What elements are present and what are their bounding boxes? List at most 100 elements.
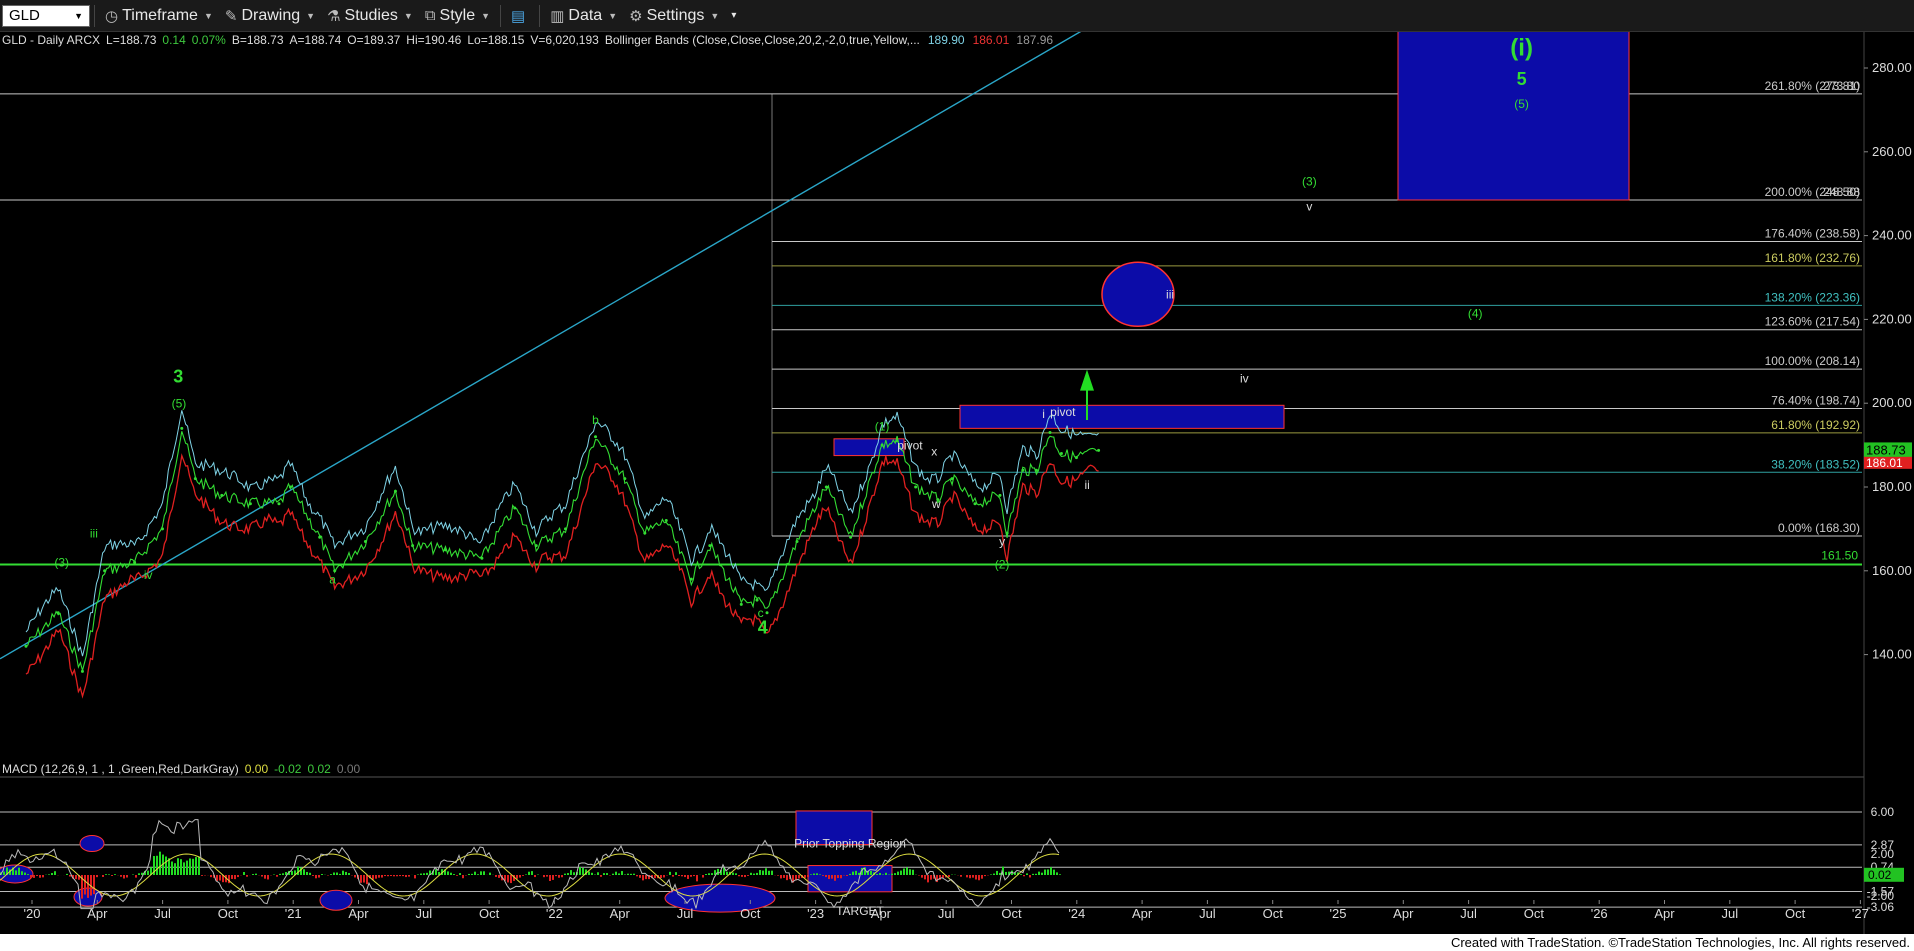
price-point	[133, 560, 137, 564]
macd-histogram-bar	[381, 875, 383, 878]
macd-histogram-bar	[573, 872, 575, 875]
macd-histogram-bar	[828, 875, 830, 880]
macd-histogram-bar	[660, 875, 662, 878]
price-point	[998, 493, 1002, 497]
macd-histogram-bar	[708, 873, 710, 875]
time-tick-label: Oct	[1263, 906, 1284, 921]
macd-histogram-bar	[1032, 873, 1034, 875]
wave-label: (3)	[1302, 174, 1317, 188]
wave-label: a	[329, 572, 336, 586]
style-button[interactable]: ⧉ Style ▼	[419, 0, 496, 31]
macd-histogram-bar	[546, 875, 548, 877]
macd-histogram-bar	[309, 872, 311, 875]
macd-histogram-bar	[1029, 875, 1031, 878]
data-button[interactable]: ▥ Data ▼	[544, 0, 623, 31]
price-point	[973, 502, 977, 506]
support-label: 161.50	[1821, 549, 1858, 563]
macd-histogram-bar	[816, 873, 818, 875]
chart-svg[interactable]: GLD - Daily ARCX L=188.73 0.14 0.07% B=188.7…	[0, 32, 1914, 934]
price-point	[795, 539, 799, 543]
macd-histogram-bar	[189, 858, 191, 875]
price-tick-label: 280.00	[1872, 60, 1912, 75]
macd-histogram-bar	[966, 875, 968, 878]
macd-histogram-bar	[228, 875, 230, 884]
macd-histogram-bar	[177, 858, 179, 875]
macd-histogram-bar	[732, 872, 734, 875]
macd-histogram-bar	[693, 875, 695, 877]
macd-histogram-bar	[606, 873, 608, 875]
layout-icon: ▤	[511, 7, 526, 25]
macd-histogram-bar	[621, 871, 623, 875]
time-tick-label: Oct	[740, 906, 761, 921]
wave-label: (2)	[995, 558, 1010, 572]
macd-histogram-bar	[186, 860, 188, 875]
macd-histogram-bar	[849, 873, 851, 875]
macd-histogram-bar	[96, 875, 98, 878]
macd-histogram-bar	[921, 875, 923, 878]
price-point	[103, 569, 107, 573]
price-point	[689, 577, 693, 581]
wave-label: pivot	[1050, 405, 1076, 419]
timeframe-button[interactable]: ◷ Timeframe ▼	[99, 0, 219, 31]
macd-histogram-bar	[195, 857, 197, 875]
macd-histogram-bar	[711, 873, 713, 875]
price-point	[180, 426, 184, 430]
macd-histogram-bar	[909, 869, 911, 875]
macd-histogram-bar	[627, 873, 629, 875]
time-tick-label: '24	[1068, 906, 1085, 921]
macd-histogram-bar	[120, 875, 122, 877]
macd-histogram-bar	[507, 875, 509, 883]
clock-icon: ◷	[105, 7, 119, 25]
macd-histogram-bar	[630, 873, 632, 875]
price-tick-label: 260.00	[1872, 144, 1912, 159]
macd-histogram-bar	[870, 870, 872, 875]
macd-histogram-bar	[108, 874, 110, 875]
macd-histogram-bar	[1038, 871, 1040, 875]
macd-histogram-bar	[1005, 871, 1007, 875]
fib-level-label: 138.20% (223.36)	[1765, 290, 1860, 304]
settings-button[interactable]: ⚙ Settings ▼	[623, 0, 725, 31]
macd-histogram-bar	[591, 872, 593, 875]
macd-histogram-bar	[765, 868, 767, 875]
fib-level-label: 100.00% (208.14)	[1765, 354, 1860, 368]
macd-histogram-bar	[840, 875, 842, 879]
macd-histogram-bar	[516, 875, 518, 879]
price-tick-label: 240.00	[1872, 228, 1912, 243]
price-point	[623, 477, 627, 481]
time-tick-label: Jul	[1721, 906, 1738, 921]
macd-histogram-bar	[633, 873, 635, 875]
macd-histogram-bar	[315, 875, 317, 879]
time-tick-label: Jul	[415, 906, 432, 921]
macd-panel[interactable]	[0, 778, 1864, 934]
macd-histogram-bar	[417, 874, 419, 875]
macd-histogram-bar	[804, 875, 806, 878]
studies-button[interactable]: ⚗ Studies ▼	[321, 0, 419, 31]
macd-histogram-bar	[777, 875, 779, 876]
macd-histogram-bar	[321, 874, 323, 875]
macd-histogram-bar	[927, 875, 929, 883]
pencil-icon: ✎	[224, 7, 238, 25]
overflow-menu-button[interactable]: ▾	[725, 0, 742, 31]
macd-histogram-bar	[495, 875, 497, 877]
wave-label: 4	[758, 618, 768, 638]
macd-histogram-bar	[459, 873, 461, 875]
macd-histogram-bar	[561, 875, 563, 878]
macd-tick-label: -3.06	[1867, 900, 1895, 914]
wave-label: (5)	[172, 396, 187, 410]
symbol-select[interactable]: GLD ▼	[2, 4, 90, 27]
time-tick-label: '27	[1852, 906, 1869, 921]
data-label: Data	[568, 6, 603, 24]
time-tick-label: '22	[546, 906, 563, 921]
wave-label: 3	[173, 366, 183, 386]
macd-histogram-bar	[876, 873, 878, 875]
macd-histogram-bar	[102, 875, 104, 877]
macd-histogram-bar	[384, 875, 386, 877]
macd-histogram-bar	[885, 872, 887, 875]
fib-level-label: 38.20% (183.52)	[1771, 457, 1860, 471]
drawing-button[interactable]: ✎ Drawing ▼	[219, 0, 321, 31]
layout-button[interactable]: ▤	[505, 0, 535, 31]
macd-histogram-bar	[1035, 873, 1037, 875]
macd-histogram-bar	[717, 868, 719, 875]
macd-histogram-bar	[396, 875, 398, 877]
price-point	[160, 527, 164, 531]
